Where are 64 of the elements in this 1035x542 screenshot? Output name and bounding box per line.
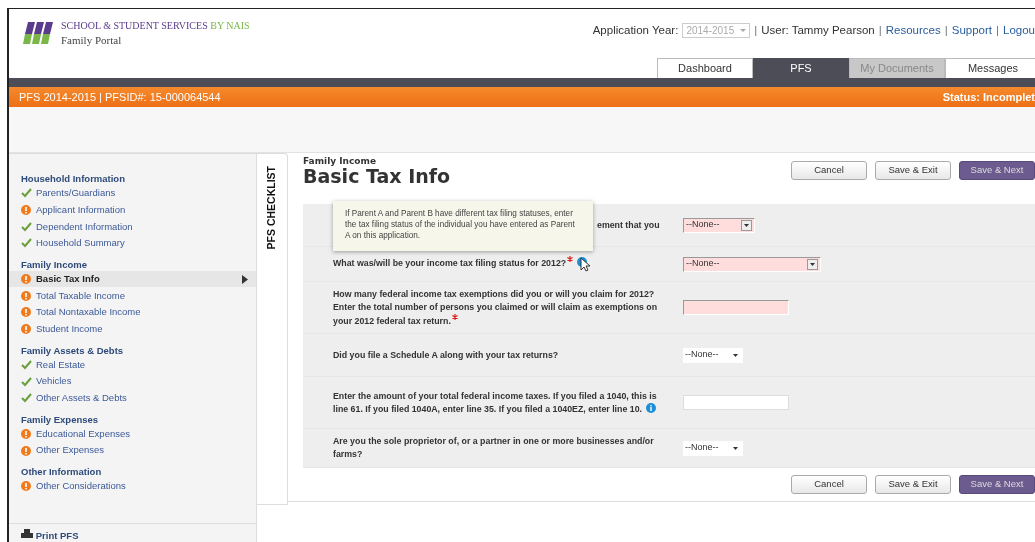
sidebar-item[interactable]: Student Income (9, 320, 256, 338)
mouse-cursor-icon (580, 257, 592, 272)
input-field[interactable] (683, 300, 789, 315)
sidebar-heading: Family Assets & Debts (20, 343, 125, 357)
tooltip: If Parent A and Parent B have different tax filing statuses, enter the tax filing status of the individual you have entered as Parent A on this application. (333, 201, 593, 251)
sidebar-heading: Other Information (20, 464, 103, 478)
action-button[interactable]: Cancel (791, 475, 867, 494)
dropdown-field[interactable]: --None-- (683, 347, 743, 363)
nav-link-text[interactable]: Logou (1003, 22, 1035, 40)
nav-tab[interactable]: PFS (753, 58, 849, 78)
question-text: What was/will be your income tax filing status for 2012? (333, 258, 567, 268)
sidebar-item[interactable]: Basic Tax Info (9, 270, 256, 288)
question-text: Are you the sole proprietor of, or a partner in one or more businesses and/or farms? (333, 436, 654, 459)
sidebar-heading: Household Information (20, 172, 126, 185)
status-text: Status: Incomplet (942, 89, 1035, 105)
separator: | (944, 23, 948, 38)
page-title: Basic Tax Info (303, 166, 451, 186)
sidebar-item[interactable]: Educational Expenses (9, 425, 256, 443)
action-button[interactable]: Save & Exit (875, 161, 951, 180)
action-button[interactable]: Save & Next (959, 475, 1035, 494)
sidebar-item[interactable]: Dependent Information (9, 218, 256, 236)
dropdown-field[interactable]: --None-- (683, 217, 755, 233)
action-button[interactable]: Save & Exit (875, 475, 951, 494)
nav-link-text[interactable]: Support (951, 22, 992, 40)
nav-link-text[interactable]: Resources (885, 22, 941, 40)
sidebar-item[interactable]: Other Assets & Debts (9, 389, 256, 407)
logo-subtitle: Family Portal (61, 33, 123, 48)
action-button[interactable]: Save & Next (959, 161, 1035, 180)
pfs-id-text: PFS 2014-2015 | PFSID#: 15-000064544 (19, 89, 221, 105)
section-label: Family Income (303, 156, 377, 166)
logo-title: SCHOOL & STUDENT SERVICES BY NAIS (61, 20, 250, 32)
printer-icon (21, 529, 33, 538)
nav-tab[interactable]: Messages (945, 58, 1035, 78)
separator: | (996, 23, 999, 38)
logo-icon (22, 20, 56, 46)
print-link[interactable]: Print PFS (35, 529, 79, 542)
caret-icon (741, 219, 752, 231)
dropdown-field[interactable]: --None-- (683, 256, 821, 272)
sidebar-item[interactable]: Total Nontaxable Income (9, 304, 256, 321)
action-button[interactable]: Cancel (791, 161, 867, 180)
sidebar-item[interactable]: Total Taxable Income (9, 287, 256, 305)
sidebar-item[interactable]: Parents/Guardians (9, 185, 256, 202)
question-text: How many federal income tax exemptions did you or will you claim for 2012? Enter the total number of persons you claimed or will claim as exemptions on your 2012 federal tax return. (333, 288, 658, 326)
question-text: Enter the amount of your total federal income taxes. If you filed a 1040, this is line 61. If you filed 1040A, enter line 35. If you filed a 1040EZ, enter line 10. (333, 390, 657, 414)
sidebar-item[interactable]: Vehicles (9, 373, 256, 390)
sidebar-item[interactable]: Other Expenses (9, 442, 256, 459)
sidebar-item[interactable]: Real Estate (9, 356, 256, 374)
sidebar-item[interactable]: Other Considerations (9, 477, 256, 495)
separator: | (878, 23, 882, 38)
caret-icon (807, 258, 818, 270)
separator: | (754, 23, 758, 38)
caret-icon (242, 274, 248, 284)
sidebar-item[interactable]: Household Summary (9, 235, 256, 252)
field-label: Application Year: (592, 23, 679, 38)
sidebar-heading: Family Expenses (20, 412, 100, 426)
user-name: User: Tammy Pearson (761, 23, 875, 38)
checklist-tab[interactable]: PFS CHECKLIST (257, 153, 288, 505)
sidebar-item[interactable]: Applicant Information (9, 201, 256, 219)
question-text: ement that you (597, 219, 660, 230)
question-text: Did you file a Schedule A along with your tax returns? (333, 349, 559, 360)
caret-icon (740, 29, 747, 33)
sidebar-heading: Family Income (20, 257, 88, 271)
nav-tab[interactable]: Dashboard (657, 58, 753, 78)
dropdown-field[interactable]: --None-- (683, 440, 743, 456)
